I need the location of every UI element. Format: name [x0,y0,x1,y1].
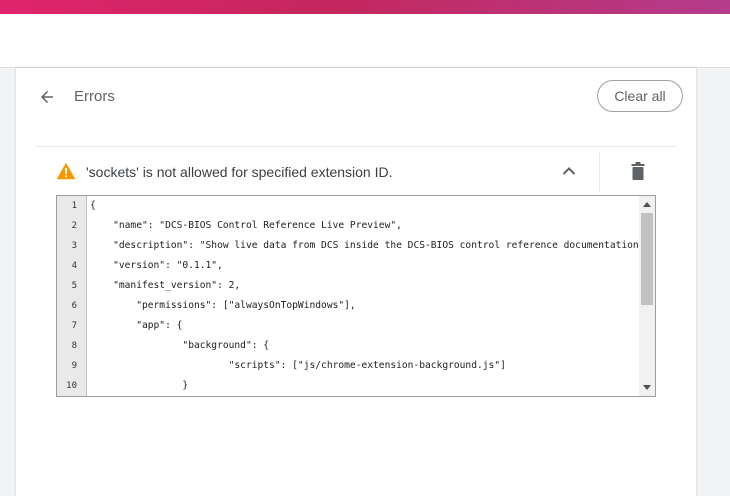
code-line: "scripts": ["js/chrome-extension-backgro… [90,360,506,371]
page-title: Errors [74,88,115,105]
line-number: 1 [71,201,77,211]
delete-button[interactable] [628,160,648,182]
line-number: 9 [71,361,77,371]
manifest-code-viewer[interactable]: 1 2 3 4 5 6 7 8 9 10 { "name": "DCS-BIOS… [56,195,656,397]
code-line: "background": { [90,340,270,351]
code-line: "name": "DCS-BIOS Control Reference Live… [90,220,402,231]
triangle-up-icon [643,202,651,207]
line-number: 3 [71,241,77,251]
line-number: 8 [71,341,77,351]
header-divider [36,146,676,147]
code-line: "version": "0.1.1", [90,260,223,271]
back-button[interactable] [36,86,58,108]
line-number: 6 [71,301,77,311]
code-line: "permissions": ["alwaysOnTopWindows"], [90,300,356,311]
line-number: 5 [71,281,77,291]
top-accent-stripe [0,0,730,14]
clear-all-button[interactable]: Clear all [597,80,683,112]
line-number: 7 [71,321,77,331]
line-number: 4 [71,261,77,271]
scroll-down-button[interactable] [639,380,655,396]
chevron-up-icon [562,167,576,175]
code-line: { [90,200,96,211]
code-content: { "name": "DCS-BIOS Control Reference Li… [88,196,639,396]
left-background [0,68,16,496]
toolbar [0,14,730,68]
code-line: } [90,380,189,391]
right-background [696,68,730,496]
line-number: 10 [66,381,77,391]
trash-icon [631,162,645,180]
vertical-separator [599,152,600,192]
scroll-up-button[interactable] [639,196,655,212]
code-line: "app": { [90,320,183,331]
error-message: 'sockets' is not allowed for specified e… [86,164,393,180]
line-number: 2 [71,221,77,231]
warning-icon [56,162,76,180]
vertical-scrollbar[interactable] [639,196,655,396]
collapse-button[interactable] [559,161,579,181]
code-line: "manifest_version": 2, [90,280,241,291]
arrow-back-icon [41,91,53,103]
line-number-gutter: 1 2 3 4 5 6 7 8 9 10 [57,196,87,396]
triangle-down-icon [643,385,651,390]
code-line: "description": "Show live data from DCS … [90,240,639,251]
scrollbar-thumb[interactable] [641,213,653,305]
